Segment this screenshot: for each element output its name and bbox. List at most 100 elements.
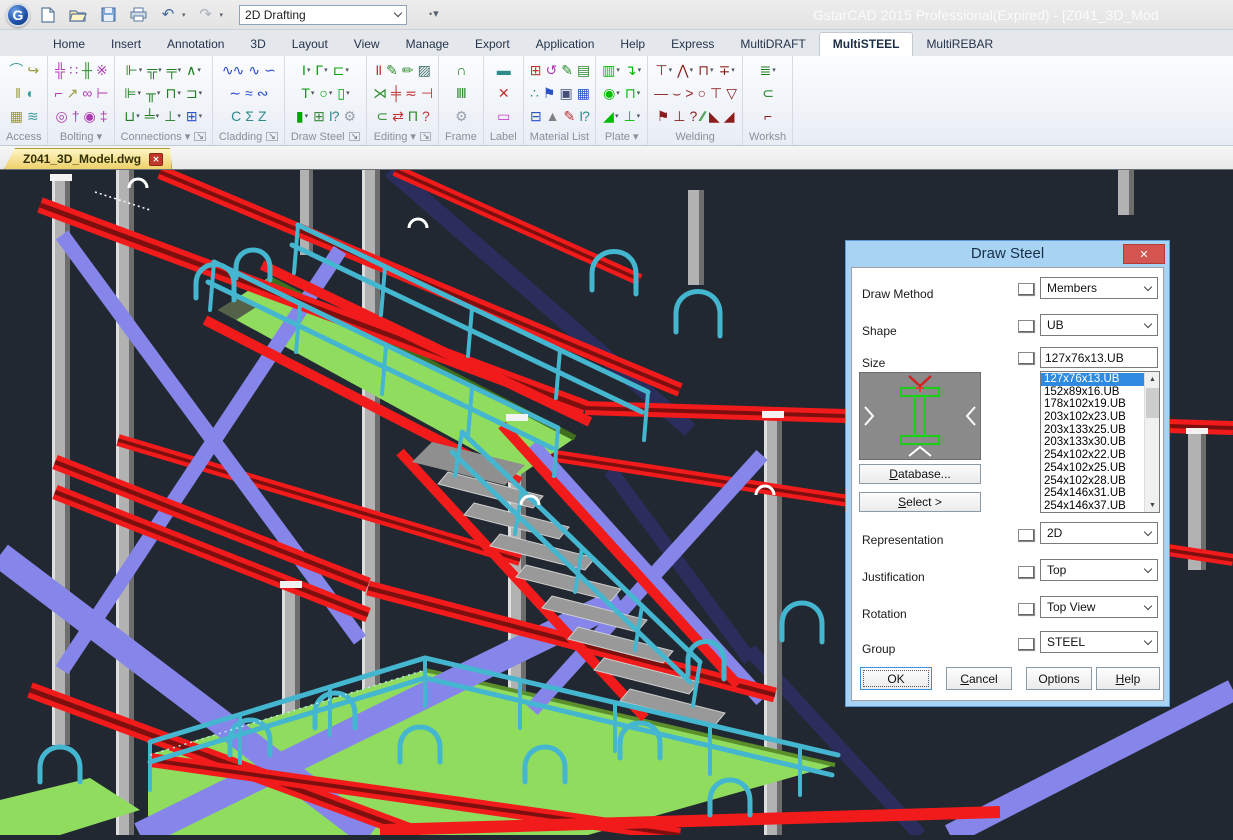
size-list-item[interactable]: 152x89x16.UB: [1041, 386, 1144, 399]
size-list-item[interactable]: 254x102x25.UB: [1041, 462, 1144, 475]
workshop-bend-icon[interactable]: ⌐: [762, 105, 773, 126]
beam-to-column-icon[interactable]: ⊩▾: [124, 59, 145, 80]
size-list-item[interactable]: 178x102x19.UB: [1041, 398, 1144, 411]
undo-icon[interactable]: ↶: [158, 5, 178, 25]
align-members-icon[interactable]: ≂: [403, 82, 418, 103]
size-input[interactable]: 127x76x13.UB: [1040, 347, 1158, 368]
bolt-array-icon[interactable]: ※: [94, 59, 109, 80]
flat-bar-icon[interactable]: ▮▾: [294, 105, 310, 126]
base-plate-icon[interactable]: ⊔▾: [122, 105, 141, 126]
tab-3d[interactable]: 3D: [237, 33, 278, 56]
plug-weld-icon[interactable]: ⊓▾: [696, 59, 715, 80]
tab-view[interactable]: View: [341, 33, 393, 56]
shorten-member-icon[interactable]: ⊣: [419, 82, 434, 103]
mark-item-icon[interactable]: ✎: [559, 59, 574, 80]
handrail-access-icon[interactable]: ⌒: [7, 59, 24, 80]
member-query-icon[interactable]: I?: [327, 105, 341, 126]
stretch-members-icon[interactable]: II: [373, 59, 383, 80]
end-plate-icon[interactable]: ⊥▾: [162, 105, 183, 126]
weld-chevron-icon[interactable]: >: [683, 82, 694, 103]
weld-flat-icon[interactable]: ⊤: [708, 82, 723, 103]
options-button[interactable]: Options: [1026, 667, 1092, 690]
weld-concave-icon[interactable]: ⌣: [670, 82, 682, 103]
workshop-plate-icon[interactable]: ⊂: [760, 82, 775, 103]
sigma-purlin-icon[interactable]: Σ: [243, 105, 255, 126]
connection-manual-icon[interactable]: ⊞▾: [184, 105, 204, 126]
part-points-icon[interactable]: ∴: [528, 82, 540, 103]
label-line-icon[interactable]: ▬: [495, 59, 512, 80]
cleat-icon[interactable]: ⊐▾: [184, 82, 204, 103]
flag-note-icon[interactable]: ⚑: [541, 82, 557, 103]
size-list-item[interactable]: 254x102x22.UB: [1041, 449, 1144, 462]
hook-icon[interactable]: ◖: [23, 82, 34, 103]
justification-dropdown[interactable]: Top: [1040, 559, 1158, 581]
size-list-item[interactable]: 127x76x13.UB: [1041, 373, 1144, 386]
select-button[interactable]: Select >: [859, 492, 981, 512]
tee-section-icon[interactable]: T▾: [299, 82, 316, 103]
workshop-beam-icon[interactable]: ≣▾: [757, 59, 777, 80]
bolt-side-icon[interactable]: ⌐: [52, 82, 63, 103]
tab-manage[interactable]: Manage: [393, 33, 462, 56]
scroll-thumb[interactable]: [1146, 388, 1159, 418]
dialog-launcher-icon[interactable]: ↘: [349, 132, 361, 141]
ribbon-group-label[interactable]: Plate ▾: [600, 128, 643, 145]
tab-annotation[interactable]: Annotation: [154, 33, 237, 56]
weld-query-icon[interactable]: ?: [687, 105, 698, 126]
database-button[interactable]: Database...: [859, 464, 981, 484]
z-purlin-icon[interactable]: Z: [256, 105, 268, 126]
seam-weld-icon[interactable]: ∓▾: [717, 59, 737, 80]
angle-section-icon[interactable]: Γ▾: [313, 59, 329, 80]
justification-checkbox[interactable]: [1018, 566, 1035, 579]
tee-connection-icon[interactable]: ╦▾: [145, 59, 163, 80]
tab-insert[interactable]: Insert: [98, 33, 154, 56]
size-list-item[interactable]: 254x102x28.UB: [1041, 475, 1144, 488]
plate-beam-icon[interactable]: ▥▾: [600, 59, 622, 80]
draw-method-dropdown[interactable]: Members: [1040, 277, 1158, 299]
export-table-icon[interactable]: ⊟: [528, 105, 543, 126]
moment-connection-icon[interactable]: ╧▾: [143, 105, 161, 126]
redo-dropdown-icon[interactable]: ▾: [220, 11, 224, 19]
plate-weld-icon[interactable]: ⊥▾: [621, 105, 642, 126]
tab-multidraft[interactable]: MultiDRAFT: [727, 33, 818, 56]
label-delete-icon[interactable]: ✕: [496, 82, 511, 103]
plate-corner-icon[interactable]: ◢▾: [601, 105, 620, 126]
scroll-up-icon[interactable]: ▲: [1145, 372, 1160, 386]
scroll-down-icon[interactable]: ▼: [1145, 498, 1160, 512]
cap-plate-icon[interactable]: ╤▾: [165, 59, 183, 80]
fillet-right-icon[interactable]: ◢: [722, 105, 736, 126]
help-button[interactable]: Help: [1096, 667, 1160, 690]
grid-frame-icon[interactable]: ‖‖: [454, 82, 468, 103]
draw-method-checkbox[interactable]: [1018, 283, 1035, 296]
representation-checkbox[interactable]: [1018, 529, 1035, 542]
washer-target-icon[interactable]: ◉: [82, 105, 97, 126]
bolt-plan-icon[interactable]: ╬: [53, 59, 66, 80]
draw-steel-settings-gear-icon[interactable]: ⚙: [342, 105, 358, 126]
double-angle-icon[interactable]: ⊫▾: [122, 82, 143, 103]
ladder-icon[interactable]: ‖: [13, 82, 22, 103]
bolt-pair-icon[interactable]: ∞: [80, 82, 93, 103]
bolt-group-icon[interactable]: ∷: [67, 59, 79, 80]
portal-frame-icon[interactable]: ∩: [454, 59, 467, 80]
shape-checkbox[interactable]: [1018, 320, 1035, 333]
bolt-stud-icon[interactable]: ‡: [98, 105, 109, 126]
c-purlin-icon[interactable]: C: [229, 105, 242, 126]
revision-circle-icon[interactable]: ↺: [543, 59, 558, 80]
swap-ends-icon[interactable]: ⇄: [390, 105, 405, 126]
sheeting-icon[interactable]: ∿: [246, 59, 261, 80]
ribbon-group-label[interactable]: Editing ▾↘: [371, 128, 434, 145]
dialog-close-icon[interactable]: ✕: [1123, 244, 1165, 264]
new-file-icon[interactable]: [38, 5, 58, 25]
weld-hatch-icon[interactable]: ∕∕: [699, 105, 706, 126]
ribbon-group-label[interactable]: Bolting ▾: [52, 128, 109, 145]
edge-trim-icon[interactable]: ∽: [262, 59, 277, 80]
tab-multirebar[interactable]: MultiREBAR: [913, 33, 1006, 56]
weld-line-icon[interactable]: —: [652, 82, 669, 103]
size-list-item[interactable]: 254x146x31.UB: [1041, 487, 1144, 500]
bolt-pin-icon[interactable]: †: [70, 105, 81, 126]
open-file-icon[interactable]: [68, 5, 88, 25]
stair-access-icon[interactable]: ≋: [25, 105, 40, 126]
size-list-item[interactable]: 203x133x30.UB: [1041, 436, 1144, 449]
weld-vee-icon[interactable]: ▽: [724, 82, 738, 103]
tab-layout[interactable]: Layout: [279, 33, 341, 56]
plate-notch-icon[interactable]: ⊓▾: [623, 82, 642, 103]
